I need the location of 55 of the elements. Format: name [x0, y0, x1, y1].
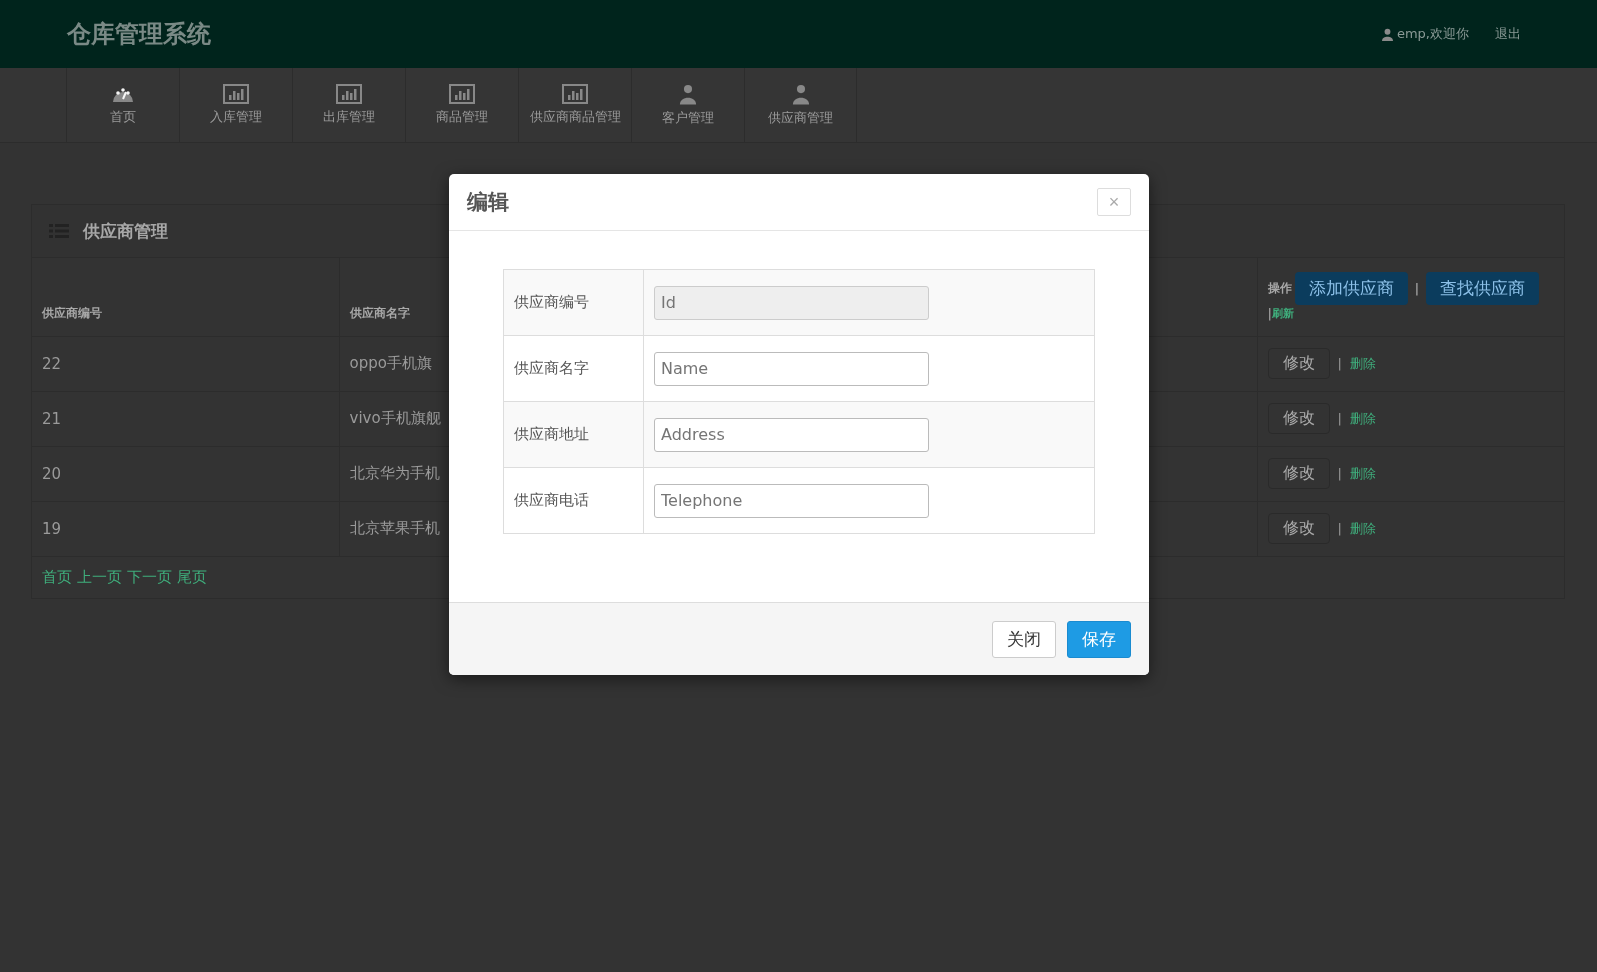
user-icon — [679, 83, 697, 105]
table-cell: 19 — [32, 501, 339, 556]
save-button[interactable]: 保存 — [1067, 620, 1131, 658]
separator-text: | — [1337, 466, 1342, 481]
pagination-link[interactable]: 首页 — [42, 567, 72, 587]
field-label: 供应商编号 — [503, 269, 644, 336]
nav-item[interactable]: 供应商管理 — [744, 68, 857, 142]
welcome-text: emp,欢迎你 — [1396, 25, 1469, 43]
nav-item[interactable]: 供应商商品管理 — [518, 68, 631, 142]
delete-link[interactable]: 删除 — [1349, 519, 1376, 538]
column-header: 操作 — [1267, 280, 1292, 298]
input-field[interactable]: Telephone — [654, 483, 929, 518]
table-cell: 21 — [32, 391, 339, 446]
separator-text: | — [1337, 411, 1342, 426]
nav-item[interactable]: 商品管理 — [405, 68, 518, 142]
user-icon — [791, 83, 810, 105]
field-label: 供应商名字 — [503, 335, 644, 402]
input-field[interactable]: Name — [654, 351, 929, 386]
pagination-link[interactable]: 下一页 — [127, 567, 172, 587]
column-header: 供应商编号 — [32, 258, 339, 336]
bar-chart-icon — [223, 84, 249, 104]
nav-item[interactable]: 首页 — [66, 68, 179, 142]
delete-link[interactable]: 删除 — [1349, 409, 1376, 428]
bar-chart-icon — [336, 84, 362, 104]
separator-text: | — [1267, 306, 1272, 321]
table-cell: 20 — [32, 446, 339, 501]
bar-chart-icon — [562, 84, 588, 104]
delete-link[interactable]: 删除 — [1349, 464, 1376, 483]
edit-button[interactable]: 修改 — [1267, 403, 1330, 434]
edit-button[interactable]: 修改 — [1267, 458, 1330, 489]
dialog-title: 编辑 — [467, 189, 509, 216]
nav-item[interactable]: 入库管理 — [179, 68, 292, 142]
nav-item[interactable]: 客户管理 — [631, 68, 744, 142]
field-label: 供应商电话 — [503, 467, 644, 534]
pagination-link[interactable]: 上一页 — [77, 567, 122, 587]
user-icon — [1381, 27, 1393, 41]
app-title: 仓库管理系统 — [67, 19, 211, 50]
pagination-link[interactable]: 尾页 — [177, 567, 207, 587]
table-cell: 22 — [32, 336, 339, 391]
field-label: 供应商地址 — [503, 401, 644, 468]
edit-button[interactable]: 修改 — [1267, 513, 1330, 544]
panel-title: 供应商管理 — [83, 219, 168, 243]
close-button[interactable]: × — [1097, 188, 1131, 216]
nav-item[interactable]: 出库管理 — [292, 68, 405, 142]
separator-text: | — [1337, 356, 1342, 371]
input-field[interactable]: Address — [654, 417, 929, 452]
separator-text: | — [1337, 521, 1342, 536]
close-dialog-button[interactable]: 关闭 — [992, 620, 1056, 658]
find-supplier-button[interactable]: 查找供应商 — [1426, 272, 1540, 306]
bar-chart-icon — [449, 84, 475, 104]
delete-link[interactable]: 删除 — [1349, 354, 1376, 373]
add-supplier-button[interactable]: 添加供应商 — [1294, 272, 1408, 306]
edit-button[interactable]: 修改 — [1267, 348, 1330, 379]
logout-link[interactable]: 退出 — [1495, 25, 1521, 43]
separator-text: | — [1414, 281, 1420, 297]
